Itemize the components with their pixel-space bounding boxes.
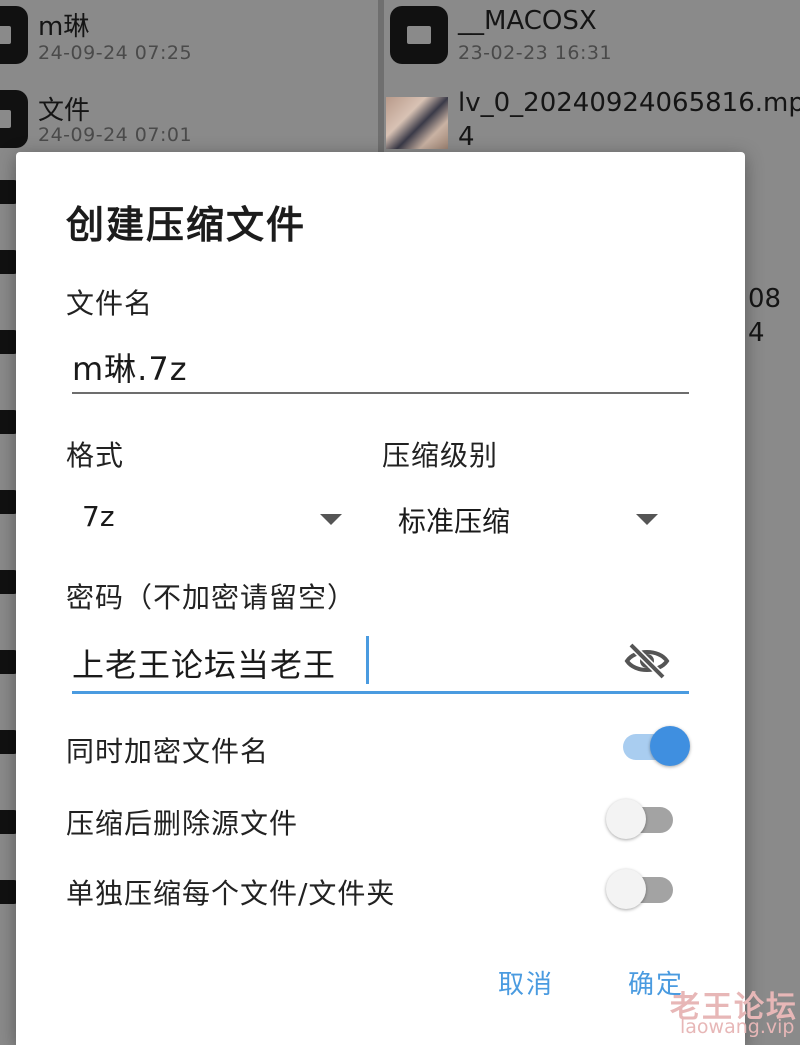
- dropdown-arrow-icon: [636, 514, 658, 525]
- file-name: m琳: [38, 12, 90, 42]
- dialog-title: 创建压缩文件: [66, 203, 307, 247]
- file-date: 24-09-24 07:25: [38, 42, 193, 64]
- compress-separately-label: 单独压缩每个文件/文件夹: [66, 877, 396, 910]
- encrypt-filenames-toggle[interactable]: [620, 724, 690, 768]
- compression-level-value: 标准压缩: [398, 505, 511, 538]
- cancel-button[interactable]: 取消: [498, 964, 554, 1001]
- format-select[interactable]: 7z: [72, 492, 352, 542]
- folder-icon: [390, 6, 448, 64]
- password-input[interactable]: 上老王论坛当老王: [72, 640, 336, 686]
- delete-source-toggle[interactable]: [606, 797, 676, 841]
- filename-input[interactable]: m琳.7z: [72, 344, 188, 390]
- folder-icon: [0, 6, 28, 64]
- delete-source-label: 压缩后删除源文件: [66, 807, 299, 840]
- file-date: 24-09-24 07:01: [38, 124, 193, 146]
- file-name-line2: 4: [458, 122, 475, 152]
- format-select-value: 7z: [82, 500, 115, 533]
- encrypt-filenames-label: 同时加密文件名: [66, 735, 270, 768]
- file-name-line1: lv_0_20240924065816.mp: [458, 88, 800, 118]
- filename-underline: [72, 392, 689, 394]
- filename-label: 文件名: [66, 287, 154, 320]
- password-underline: [72, 691, 689, 694]
- format-label: 格式: [66, 439, 125, 472]
- partial-file-text: 4: [748, 318, 765, 348]
- compression-level-label: 压缩级别: [382, 439, 499, 472]
- password-label: 密码（不加密请留空）: [66, 581, 357, 614]
- file-name: 文件: [38, 96, 91, 126]
- file-name: __MACOSX: [458, 6, 597, 36]
- dropdown-arrow-icon: [320, 514, 342, 525]
- file-row-wenjian[interactable]: 文件 24-09-24 07:01: [0, 82, 378, 162]
- file-row-macosx[interactable]: __MACOSX 23-02-23 16:31: [384, 0, 800, 80]
- file-date: 23-02-23 16:31: [458, 42, 613, 64]
- partial-file-text: 08: [748, 284, 782, 314]
- create-archive-dialog: 创建压缩文件 文件名 m琳.7z 格式 压缩级别 7z 标准压缩 密码（不加密请…: [16, 152, 745, 1045]
- visibility-off-icon[interactable]: [623, 641, 671, 681]
- compression-level-select[interactable]: 标准压缩: [388, 492, 668, 542]
- compress-separately-toggle[interactable]: [606, 867, 676, 911]
- watermark-url: laowang.vip: [680, 1016, 795, 1038]
- toggle-thumb: [606, 869, 646, 909]
- folder-icon: [0, 90, 28, 148]
- file-row-m-lin[interactable]: m琳 24-09-24 07:25: [0, 0, 378, 80]
- toggle-thumb: [650, 726, 690, 766]
- text-caret: [366, 636, 369, 684]
- video-thumbnail: [386, 97, 448, 149]
- toggle-thumb: [606, 799, 646, 839]
